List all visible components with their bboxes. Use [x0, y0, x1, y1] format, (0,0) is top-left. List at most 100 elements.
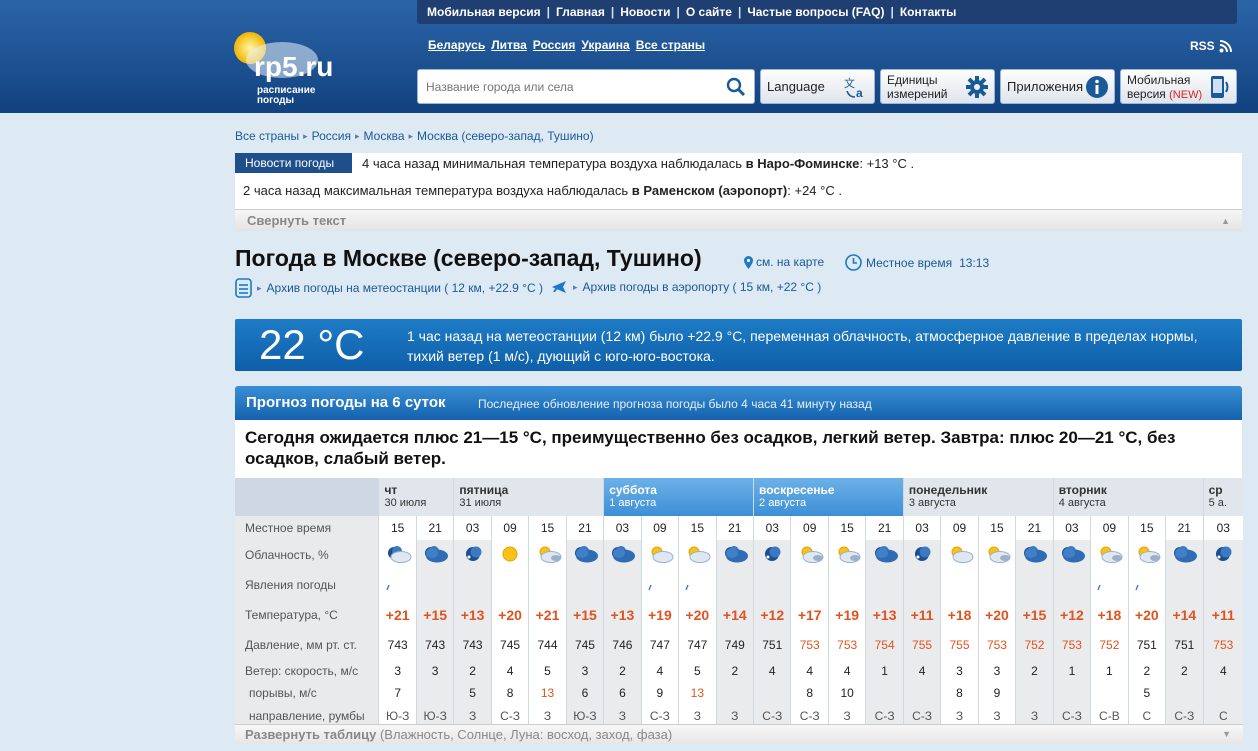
airport-archive-link[interactable]: ▸ Архив погоды в аэропорту ( 15 км, +22 … [550, 278, 821, 296]
day-cell: понедельник 3 августа [902, 478, 1054, 516]
map-link[interactable]: см. на карте [744, 255, 824, 269]
units-button[interactable]: Единицы измерений [880, 69, 995, 104]
rain-drop-icon [378, 570, 417, 600]
sunny-icon [490, 540, 529, 570]
time-cell: 03 [453, 516, 492, 540]
clear-night-icon [1202, 540, 1243, 570]
svg-text:a: a [856, 86, 863, 99]
country-link[interactable]: Все страны [636, 38, 705, 52]
row-label: порывы, м/с [235, 682, 379, 704]
clear-night-icon [453, 540, 492, 570]
temperature-cell: +14 [1165, 600, 1204, 630]
expand-table-button[interactable]: Развернуть таблицу (Влажность, Солнце, Л… [235, 724, 1243, 744]
search-icon[interactable] [726, 77, 746, 100]
time-cell: 09 [790, 516, 829, 540]
phone-icon [1205, 74, 1231, 103]
phenomena-cell [1202, 570, 1243, 600]
partly-cloudy-icon [1127, 540, 1166, 570]
station-icon [235, 278, 252, 298]
wind-gust-cell: 5 [453, 682, 492, 704]
wind-speed-cell: 2 [715, 660, 754, 682]
forecast-table: чт 30 июля пятница 31 июля суббота 1 августа в… [235, 478, 1243, 724]
news-text: 4 часа назад минимальная температура воз… [362, 156, 746, 171]
day-date: 3 августа [908, 497, 956, 509]
country-link[interactable]: Россия [533, 38, 576, 52]
country-link[interactable]: Украина [581, 38, 629, 52]
breadcrumb-arrow-icon: ▸ [408, 131, 414, 141]
airplane-icon [552, 281, 566, 293]
pressure-cell: 754 [865, 630, 904, 660]
wind-speed-cell: 1 [1090, 660, 1129, 682]
wind-speed-cell: 2 [1127, 660, 1166, 682]
apps-button[interactable]: Приложения [1000, 69, 1115, 104]
wind-gust-cell: 7 [378, 682, 417, 704]
temperature-cell: +11 [902, 600, 941, 630]
topnav-link[interactable]: Контакты [900, 5, 957, 19]
breadcrumb-link[interactable]: Россия [312, 129, 351, 143]
wind-gust-cell: 9 [640, 682, 679, 704]
partly-cloudy-icon [790, 540, 829, 570]
mobile-version-button[interactable]: Мобильная версия (NEW) [1120, 69, 1237, 104]
temperature-cell: +18 [940, 600, 979, 630]
phenomena-cell [940, 570, 979, 600]
phenomena-cell [1015, 570, 1054, 600]
temperature-cell: +13 [603, 600, 642, 630]
station-archive-link[interactable]: ▸ Архив погоды на метеостанции ( 12 км, … [235, 278, 543, 298]
wind-direction-cell: С-В [1090, 704, 1129, 724]
units-label-1: Единицы [887, 73, 938, 87]
rain-drop-icon [1127, 570, 1166, 600]
wind-gust-cell [865, 682, 904, 704]
topnav-link[interactable]: Мобильная версия [427, 5, 541, 19]
temperature-cell: +20 [678, 600, 717, 630]
wind-gust-cell: 13 [528, 682, 567, 704]
topnav-link[interactable]: Главная [556, 5, 605, 19]
pressure-cell: 749 [715, 630, 754, 660]
partly-cloudy-icon [528, 540, 567, 570]
wind-direction-cell: С-З [865, 704, 904, 724]
time-row: Местное время 15 21 03 09 15 21 03 09 15 21 03 09 15 2… [235, 516, 1243, 540]
day-date: 2 августа [759, 497, 807, 509]
time-cell: 15 [678, 516, 717, 540]
topnav-link[interactable]: О сайте [686, 5, 732, 19]
wind-speed-cell: 3 [415, 660, 454, 682]
site-logo[interactable]: rp5.ru расписание погоды [230, 30, 380, 110]
pressure-cell: 747 [678, 630, 717, 660]
collapse-text-button[interactable]: Свернуть текст ▲ [235, 209, 1242, 231]
search-box [417, 69, 755, 104]
temperature-cell: +19 [827, 600, 866, 630]
search-input[interactable] [426, 78, 716, 96]
pressure-cell: 753 [790, 630, 829, 660]
breadcrumb-link[interactable]: Все страны [235, 129, 299, 143]
rain-drop-icon [1090, 570, 1129, 600]
rss-link[interactable]: RSS [1190, 39, 1232, 53]
cloudy-night-icon [415, 540, 454, 570]
nav-separator: | [546, 5, 551, 19]
pressure-cell: 751 [1127, 630, 1166, 660]
row-label [235, 478, 379, 516]
rain-drop-icon [678, 570, 717, 600]
topnav-link[interactable]: Частые вопросы (FAQ) [747, 5, 884, 19]
breadcrumb-link[interactable]: Москва [364, 129, 405, 143]
country-link[interactable]: Беларусь [428, 38, 485, 52]
topnav-link[interactable]: Новости [620, 5, 670, 19]
local-time-value: 13:13 [959, 255, 990, 270]
day-name: воскресенье [759, 483, 835, 497]
wind-direction-cell: З [977, 704, 1016, 724]
row-label: направление, румбы [235, 704, 379, 724]
country-link[interactable]: Литва [491, 38, 527, 52]
expand-hint: (Влажность, Солнце, Луна: восход, заход,… [376, 727, 673, 742]
cloudy-night-icon [603, 540, 642, 570]
wind-speed-cell: 3 [565, 660, 604, 682]
wind-gust-cell [1015, 682, 1054, 704]
temperature-cell: +19 [640, 600, 679, 630]
temperature-cell: +11 [1202, 600, 1243, 630]
pressure-cell: 745 [490, 630, 529, 660]
time-cell: 03 [902, 516, 941, 540]
breadcrumb-link[interactable]: Москва (северо-запад, Тушино) [417, 129, 594, 143]
wind-gust-cell [1052, 682, 1091, 704]
phenomena-cell [453, 570, 492, 600]
phenomena-cell [490, 570, 529, 600]
language-button[interactable]: Language 文a [760, 69, 875, 104]
new-badge: (NEW) [1169, 89, 1203, 101]
day-date: 1 августа [609, 497, 657, 509]
